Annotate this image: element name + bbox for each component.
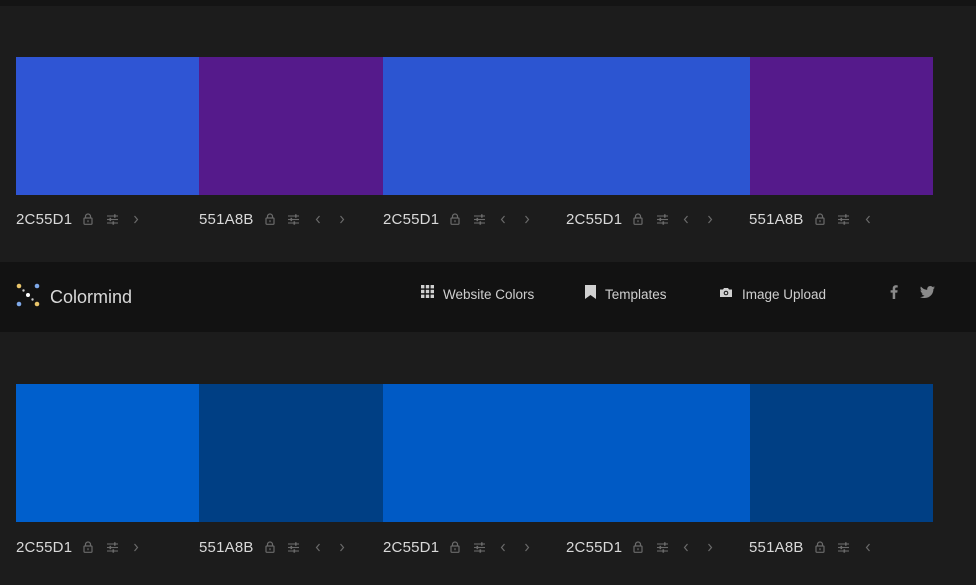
nav-website-colors[interactable]: Website Colors [421, 262, 534, 326]
nav-item-label: Templates [605, 286, 667, 302]
hex-code[interactable]: 2C55D1 [16, 539, 72, 556]
lock-icon[interactable] [449, 212, 461, 226]
swatch-label: 2C55D1 [16, 207, 154, 231]
adjust-icon[interactable] [288, 540, 300, 554]
swatch-label: 2C55D1 [566, 535, 728, 559]
colormind-logo-icon [16, 283, 40, 312]
grid-icon [421, 285, 434, 303]
lock-icon[interactable] [82, 540, 94, 554]
camera-icon [719, 285, 733, 303]
palette-strip [16, 384, 934, 522]
move-left-icon[interactable] [862, 540, 874, 554]
hex-code[interactable]: 2C55D1 [383, 211, 439, 228]
move-right-icon[interactable] [521, 540, 533, 554]
move-right-icon[interactable] [336, 540, 348, 554]
hex-code[interactable]: 2C55D1 [383, 539, 439, 556]
brand[interactable]: Colormind [16, 262, 132, 332]
lock-icon[interactable] [449, 540, 461, 554]
move-right-icon[interactable] [704, 212, 716, 226]
adjust-icon[interactable] [473, 540, 485, 554]
color-swatch[interactable] [749, 57, 934, 195]
top-strip [0, 0, 976, 6]
hex-code[interactable]: 2C55D1 [566, 539, 622, 556]
move-right-icon[interactable] [130, 212, 142, 226]
adjust-icon[interactable] [106, 212, 118, 226]
hex-code[interactable]: 2C55D1 [566, 211, 622, 228]
facebook-link[interactable] [890, 262, 898, 326]
move-left-icon[interactable] [680, 212, 692, 226]
hex-code[interactable]: 2C55D1 [16, 211, 72, 228]
palette-labels: 2C55D1 551A8B 2C55D1 2C55D1 551A8B [16, 207, 933, 231]
lock-icon[interactable] [264, 540, 276, 554]
color-swatch[interactable] [16, 384, 200, 522]
swatch-label: 2C55D1 [383, 535, 545, 559]
lock-icon[interactable] [814, 212, 826, 226]
nav-item-label: Website Colors [443, 286, 535, 302]
hex-code[interactable]: 551A8B [749, 211, 804, 228]
swatch-label: 551A8B [749, 207, 886, 231]
brand-name: Colormind [50, 286, 133, 307]
adjust-icon[interactable] [838, 540, 850, 554]
hex-code[interactable]: 551A8B [749, 539, 804, 556]
color-swatch[interactable] [199, 57, 383, 195]
move-left-icon[interactable] [312, 212, 324, 226]
twitter-icon [920, 285, 935, 303]
color-swatch[interactable] [16, 57, 200, 195]
adjust-icon[interactable] [656, 540, 668, 554]
lock-icon[interactable] [632, 540, 644, 554]
facebook-icon [890, 284, 898, 304]
adjust-icon[interactable] [656, 212, 668, 226]
color-swatch[interactable] [382, 384, 750, 522]
adjust-icon[interactable] [106, 540, 118, 554]
twitter-link[interactable] [920, 262, 935, 326]
bookmark-icon [585, 284, 596, 304]
move-left-icon[interactable] [680, 540, 692, 554]
adjust-icon[interactable] [288, 212, 300, 226]
move-left-icon[interactable] [497, 540, 509, 554]
color-swatch[interactable] [382, 57, 750, 195]
adjust-icon[interactable] [473, 212, 485, 226]
nav-templates[interactable]: Templates [585, 262, 667, 326]
swatch-label: 2C55D1 [383, 207, 545, 231]
move-left-icon[interactable] [312, 540, 324, 554]
nav-item-label: Image Upload [742, 286, 827, 302]
move-right-icon[interactable] [521, 212, 533, 226]
move-right-icon[interactable] [704, 540, 716, 554]
palette-strip [16, 57, 934, 195]
swatch-label: 2C55D1 [566, 207, 728, 231]
lock-icon[interactable] [82, 212, 94, 226]
hex-code[interactable]: 551A8B [199, 211, 254, 228]
move-left-icon[interactable] [497, 212, 509, 226]
lock-icon[interactable] [814, 540, 826, 554]
move-right-icon[interactable] [130, 540, 142, 554]
move-left-icon[interactable] [862, 212, 874, 226]
swatch-label: 551A8B [199, 535, 360, 559]
adjust-icon[interactable] [838, 212, 850, 226]
lock-icon[interactable] [264, 212, 276, 226]
navbar: Colormind Website Colors Templates Image… [0, 262, 976, 332]
swatch-label: 551A8B [199, 207, 360, 231]
lock-icon[interactable] [632, 212, 644, 226]
swatch-label: 551A8B [749, 535, 886, 559]
palette-labels: 2C55D1 551A8B 2C55D1 2C55D1 551A8B [16, 535, 933, 559]
hex-code[interactable]: 551A8B [199, 539, 254, 556]
color-swatch[interactable] [749, 384, 934, 522]
color-swatch[interactable] [199, 384, 383, 522]
swatch-label: 2C55D1 [16, 535, 154, 559]
nav-image-upload[interactable]: Image Upload [719, 262, 826, 326]
move-right-icon[interactable] [336, 212, 348, 226]
